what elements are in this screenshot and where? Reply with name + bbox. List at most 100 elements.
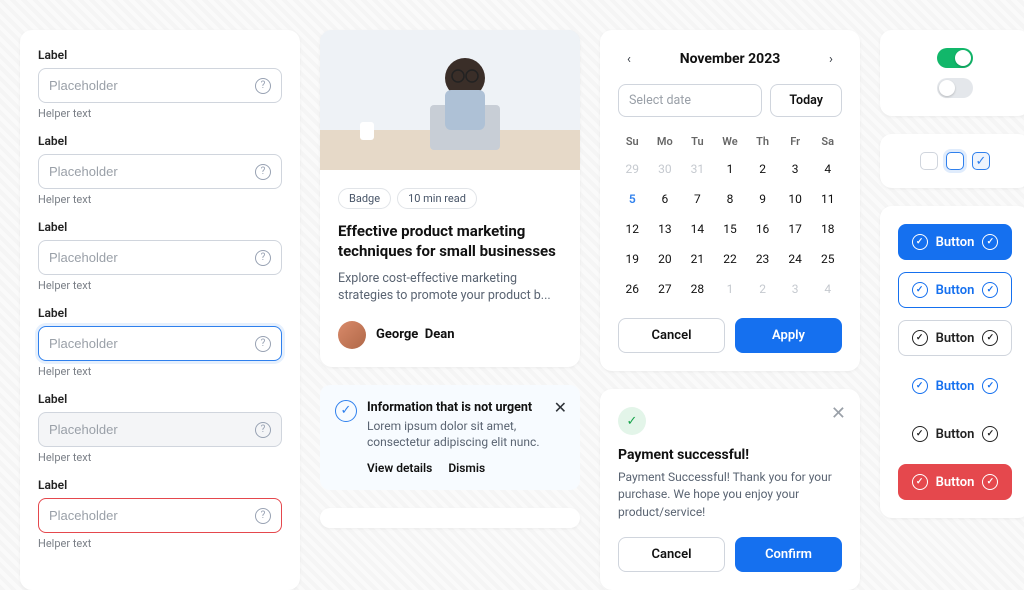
text-input[interactable]: ? — [38, 154, 282, 189]
form-card: Label ? Helper text Label ? Helper text … — [20, 30, 300, 590]
text-input[interactable]: ? — [38, 412, 282, 447]
text-input[interactable]: ? — [38, 326, 282, 361]
calendar-day[interactable]: 9 — [748, 186, 777, 212]
calendar-month: November 2023 — [680, 51, 781, 67]
button-danger[interactable]: ✓Button✓ — [898, 464, 1012, 500]
help-circle-icon[interactable]: ? — [255, 164, 271, 180]
calendar-day[interactable]: 4 — [813, 156, 842, 182]
calendar-day[interactable]: 21 — [683, 246, 712, 272]
calendar-day[interactable]: 29 — [618, 156, 647, 182]
view-details-link[interactable]: View details — [367, 461, 432, 475]
help-circle-icon[interactable]: ? — [255, 422, 271, 438]
cancel-button[interactable]: Cancel — [618, 318, 725, 353]
calendar-day[interactable]: 18 — [813, 216, 842, 242]
calendar-day[interactable]: 16 — [748, 216, 777, 242]
info-alert: ✕ ✓ Information that is not urgent Lorem… — [320, 385, 580, 491]
calendar-day[interactable]: 19 — [618, 246, 647, 272]
calendar-day[interactable]: 30 — [651, 156, 680, 182]
chevron-left-icon[interactable]: ‹ — [618, 48, 640, 70]
text-input[interactable]: ? — [38, 498, 282, 533]
calendar-day[interactable]: 1 — [716, 276, 745, 302]
calendar-day[interactable]: 11 — [813, 186, 842, 212]
dismiss-link[interactable]: Dismis — [448, 461, 485, 475]
today-button[interactable]: Today — [770, 84, 842, 117]
calendar-day[interactable]: 6 — [651, 186, 680, 212]
field-label: Label — [38, 478, 282, 492]
author-name: George Dean — [376, 327, 455, 342]
toggle-off[interactable] — [937, 78, 973, 98]
close-icon[interactable]: ✕ — [831, 403, 846, 424]
payment-card: ✕ ✓ Payment successful! Payment Successf… — [600, 389, 860, 590]
calendar-day[interactable]: 26 — [618, 276, 647, 302]
checkbox-unchecked[interactable] — [920, 152, 938, 170]
calendar-day[interactable]: 25 — [813, 246, 842, 272]
calendar-weekday: Th — [748, 131, 777, 152]
calendar-day[interactable]: 8 — [716, 186, 745, 212]
calendar-day[interactable]: 31 — [683, 156, 712, 182]
input-field[interactable] — [39, 155, 255, 188]
calendar-weekday: Sa — [813, 131, 842, 152]
text-input[interactable]: ? — [38, 68, 282, 103]
calendar-weekday: Fr — [781, 131, 810, 152]
confirm-button[interactable]: Confirm — [735, 537, 842, 572]
calendar-day[interactable]: 5 — [618, 186, 647, 212]
help-circle-icon[interactable]: ? — [255, 508, 271, 524]
help-circle-icon[interactable]: ? — [255, 78, 271, 94]
input-field[interactable] — [39, 241, 255, 274]
select-date-input[interactable]: Select date — [618, 84, 762, 117]
field-label: Label — [38, 392, 282, 406]
checkbox-checked[interactable]: ✓ — [972, 152, 990, 170]
check-circle-icon: ✓ — [982, 474, 998, 490]
calendar-day[interactable]: 3 — [781, 276, 810, 302]
toggle-on[interactable] — [937, 48, 973, 68]
article-card: Badge 10 min read Effective product mark… — [320, 30, 580, 367]
helper-text: Helper text — [38, 451, 282, 464]
buttons-card: ✓Button✓ ✓Button✓ ✓Button✓ ✓Button✓ ✓But… — [880, 206, 1024, 518]
button-primary[interactable]: ✓Button✓ — [898, 224, 1012, 260]
calendar-day[interactable]: 22 — [716, 246, 745, 272]
calendar-day[interactable]: 23 — [748, 246, 777, 272]
button-outline-primary[interactable]: ✓Button✓ — [898, 272, 1012, 308]
calendar-weekday: Tu — [683, 131, 712, 152]
button-outline[interactable]: ✓Button✓ — [898, 320, 1012, 356]
calendar-day[interactable]: 4 — [813, 276, 842, 302]
calendar-day[interactable]: 28 — [683, 276, 712, 302]
button-ghost[interactable]: ✓Button✓ — [898, 416, 1012, 452]
input-field[interactable] — [39, 327, 255, 360]
calendar-day[interactable]: 24 — [781, 246, 810, 272]
calendar-day[interactable]: 2 — [748, 276, 777, 302]
calendar-day[interactable]: 20 — [651, 246, 680, 272]
calendar-card: ‹ November 2023 › Select date Today SuMo… — [600, 30, 860, 371]
calendar-day[interactable]: 3 — [781, 156, 810, 182]
help-circle-icon[interactable]: ? — [255, 336, 271, 352]
calendar-day[interactable]: 12 — [618, 216, 647, 242]
checkbox-card: ✓ — [880, 134, 1024, 188]
extra-card — [320, 508, 580, 528]
text-input[interactable]: ? — [38, 240, 282, 275]
calendar-day[interactable]: 1 — [716, 156, 745, 182]
button-ghost-primary[interactable]: ✓Button✓ — [898, 368, 1012, 404]
chevron-right-icon[interactable]: › — [820, 48, 842, 70]
apply-button[interactable]: Apply — [735, 318, 842, 353]
check-circle-icon: ✓ — [618, 407, 646, 435]
calendar-day[interactable]: 27 — [651, 276, 680, 302]
calendar-day[interactable]: 7 — [683, 186, 712, 212]
calendar-day[interactable]: 14 — [683, 216, 712, 242]
calendar-day[interactable]: 17 — [781, 216, 810, 242]
check-circle-icon: ✓ — [982, 234, 998, 250]
help-circle-icon[interactable]: ? — [255, 250, 271, 266]
input-field[interactable] — [39, 69, 255, 102]
input-field[interactable] — [39, 413, 255, 446]
input-field[interactable] — [39, 499, 255, 532]
cancel-button[interactable]: Cancel — [618, 537, 725, 572]
checkbox-focused[interactable] — [946, 152, 964, 170]
check-circle-icon: ✓ — [335, 400, 357, 422]
calendar-day[interactable]: 10 — [781, 186, 810, 212]
check-circle-icon: ✓ — [982, 330, 998, 346]
calendar-day[interactable]: 15 — [716, 216, 745, 242]
calendar-day[interactable]: 2 — [748, 156, 777, 182]
calendar-day[interactable]: 13 — [651, 216, 680, 242]
article-subtitle: Explore cost-effective marketing strateg… — [338, 270, 562, 305]
check-circle-icon: ✓ — [912, 474, 928, 490]
close-icon[interactable]: ✕ — [554, 398, 567, 417]
